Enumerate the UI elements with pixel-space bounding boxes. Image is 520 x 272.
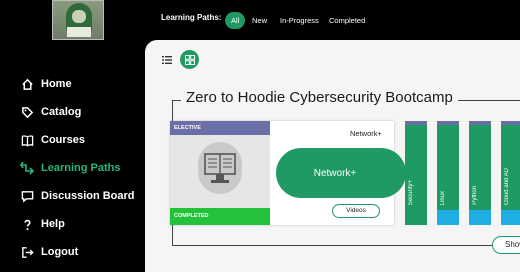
sidebar-item-label: Help: [41, 218, 65, 230]
avatar[interactable]: [52, 0, 104, 40]
learning-path-title: Zero to Hoodie Cybersecurity Bootcamp: [181, 89, 458, 106]
sidebar-item-help[interactable]: Help: [20, 213, 65, 235]
course-card[interactable]: ELECTIVE COMPLETED Network+ Network+ Vid…: [170, 121, 406, 225]
course-strip-cloud-ad[interactable]: Cloud and AD: [501, 121, 520, 225]
book-illustration: [198, 142, 242, 194]
strip-bottom-bar: [437, 210, 459, 225]
sidebar-item-label: Discussion Board: [41, 190, 135, 202]
tag-icon: [20, 105, 34, 119]
sidebar-item-catalog[interactable]: Catalog: [20, 101, 81, 123]
videos-button[interactable]: Videos: [332, 204, 380, 218]
tab-in-progress[interactable]: In-Progress: [274, 12, 325, 29]
tab-completed[interactable]: Completed: [323, 12, 371, 29]
help-icon: [20, 217, 34, 231]
tab-all[interactable]: All: [225, 12, 246, 29]
strip-label: Cloud and AD: [504, 167, 510, 205]
top-bar: Learning Paths: All New In-Progress Comp…: [145, 0, 520, 40]
course-title-pill: Network+: [276, 148, 406, 198]
avatar-face: [72, 10, 86, 23]
strip-label: Python: [472, 186, 478, 205]
strip-bottom-bar: [469, 210, 491, 225]
list-icon: [161, 55, 172, 64]
strip-top-bar: [405, 121, 427, 125]
grid-icon: [184, 54, 195, 65]
course-strip-python[interactable]: Python: [469, 121, 491, 225]
chat-icon: [20, 189, 34, 203]
sidebar-item-courses[interactable]: Courses: [20, 129, 85, 151]
course-strip-security[interactable]: Security+: [405, 121, 427, 225]
course-label: Network+: [350, 129, 382, 138]
avatar-sign: [67, 27, 91, 37]
card-thumbnail: ELECTIVE COMPLETED: [170, 121, 270, 225]
sidebar-item-logout[interactable]: Logout: [20, 241, 78, 263]
elective-badge: ELECTIVE: [170, 121, 270, 135]
strip-top-bar: [501, 121, 520, 125]
home-icon: [20, 77, 34, 91]
strip-top-bar: [437, 121, 459, 125]
sidebar-item-label: Learning Paths: [41, 162, 121, 174]
book-icon: [20, 133, 34, 147]
strip-label: Linux: [440, 190, 446, 205]
logout-icon: [20, 245, 34, 259]
list-view-button[interactable]: [157, 50, 176, 69]
sidebar-item-label: Courses: [41, 134, 86, 146]
filter-label: Learning Paths:: [161, 13, 222, 22]
grid-view-button[interactable]: [180, 50, 199, 69]
sidebar-item-home[interactable]: Home: [20, 73, 72, 95]
sidebar-item-label: Home: [41, 78, 72, 90]
completed-badge: COMPLETED: [170, 208, 270, 225]
open-book-icon: [204, 153, 236, 183]
main-panel: Zero to Hoodie Cybersecurity Bootcamp EL…: [145, 40, 520, 272]
strip-bottom-bar: [501, 210, 520, 225]
path-icon: [20, 161, 34, 175]
course-strip-linux[interactable]: Linux: [437, 121, 459, 225]
show-button[interactable]: Show: [492, 236, 520, 254]
strip-top-bar: [469, 121, 491, 125]
sidebar-item-label: Catalog: [41, 106, 82, 118]
sidebar-item-discussion-board[interactable]: Discussion Board: [20, 185, 135, 207]
tab-new[interactable]: New: [246, 12, 273, 29]
sidebar-item-label: Logout: [41, 246, 79, 258]
sidebar-item-learning-paths[interactable]: Learning Paths: [20, 157, 120, 179]
strip-label: Security+: [408, 179, 414, 205]
